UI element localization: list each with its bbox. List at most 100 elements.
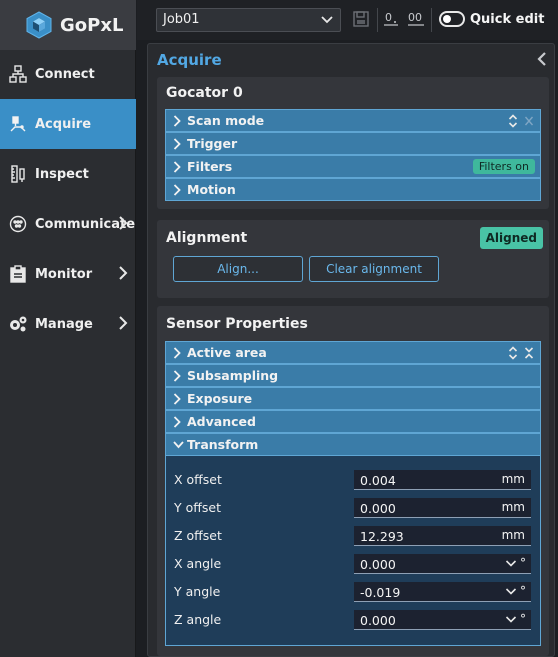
toolbar-divider: [431, 8, 432, 32]
z-angle-label: Z angle: [174, 612, 222, 627]
y-angle-label: Y angle: [174, 584, 221, 599]
sidebar-item-inspect[interactable]: Inspect: [0, 149, 136, 199]
sensor-section: Gocator 0 Scan mode Trigger Filters Filt…: [157, 77, 549, 209]
collapse-all-icon[interactable]: [524, 346, 534, 363]
sensor-properties-title: Sensor Properties: [166, 316, 308, 332]
svg-text:00: 00: [408, 11, 422, 24]
sidebar-item-monitor[interactable]: Monitor: [0, 249, 136, 299]
align-button[interactable]: Align...: [173, 256, 303, 282]
sidebar-item-label: Monitor: [35, 266, 93, 282]
expand-collapse-icon[interactable]: [508, 346, 518, 363]
network-icon: [8, 64, 28, 84]
sidebar-item-label: Inspect: [35, 166, 89, 182]
transform-row[interactable]: Transform: [165, 433, 541, 456]
chevron-left-icon[interactable]: [536, 51, 548, 71]
row-controls: [508, 114, 534, 131]
x-angle-unit: °: [520, 556, 526, 570]
row-label: Motion: [187, 182, 236, 197]
z-angle-unit: °: [520, 612, 526, 626]
chevron-down-icon[interactable]: [505, 614, 517, 624]
row-label: Exposure: [187, 391, 253, 406]
plug-icon: [8, 214, 28, 234]
transform-body: X offset 0.004 mm Y offset 0.000 mm Z of…: [165, 456, 541, 646]
chevron-down-icon: [320, 13, 334, 31]
sidebar-item-manage[interactable]: Manage: [0, 299, 136, 349]
x-offset-input[interactable]: 0.004 mm: [354, 470, 531, 490]
zero-one-icon[interactable]: 0: [383, 10, 399, 32]
toolbar-divider: [377, 8, 378, 32]
y-angle-input[interactable]: -0.019 °: [354, 582, 531, 602]
expand-collapse-icon[interactable]: [508, 114, 518, 131]
quick-edit-label: Quick edit: [470, 12, 545, 27]
row-label: Active area: [187, 345, 267, 360]
chevron-down-icon[interactable]: [505, 586, 517, 596]
chevron-right-icon: [173, 392, 187, 405]
chevron-right-icon: [173, 369, 187, 382]
acquire-panel: Acquire Gocator 0 Scan mode Trigger Filt…: [147, 43, 555, 657]
zero-two-icon[interactable]: 00: [407, 10, 425, 32]
sidebar-item-acquire[interactable]: Acquire: [0, 99, 136, 149]
svg-text:0: 0: [385, 11, 392, 24]
row-label: Subsampling: [187, 368, 279, 383]
job-select[interactable]: Job01: [156, 8, 341, 32]
filters-row[interactable]: Filters Filters on: [165, 155, 541, 178]
x-offset-label: X offset: [174, 472, 222, 487]
sidebar-item-label: Manage: [35, 316, 93, 332]
chevron-right-icon: [173, 183, 187, 196]
z-offset-label: Z offset: [174, 528, 222, 543]
quick-edit-toggle[interactable]: [439, 11, 465, 27]
row-label: Advanced: [187, 414, 256, 429]
chevron-right-icon: [173, 160, 187, 173]
active-area-row[interactable]: Active area: [165, 341, 541, 364]
y-angle-value: -0.019: [360, 585, 401, 600]
row-label: Scan mode: [187, 113, 265, 128]
trigger-row[interactable]: Trigger: [165, 132, 541, 155]
row-label: Trigger: [187, 136, 238, 151]
x-angle-unit-group: °: [505, 556, 526, 570]
y-offset-input[interactable]: 0.000 mm: [354, 498, 531, 518]
chevron-right-icon: [173, 415, 187, 428]
z-offset-input[interactable]: 12.293 mm: [354, 526, 531, 546]
gears-icon: [8, 314, 28, 334]
app-name: GoPxL: [60, 14, 124, 36]
subsampling-row[interactable]: Subsampling: [165, 364, 541, 387]
y-offset-value: 0.000: [360, 501, 396, 516]
advanced-row[interactable]: Advanced: [165, 410, 541, 433]
x-angle-value: 0.000: [360, 557, 396, 572]
z-offset-unit: mm: [501, 528, 525, 542]
scan-mode-row[interactable]: Scan mode: [165, 109, 541, 132]
x-angle-label: X angle: [174, 556, 222, 571]
sensor-properties-section: Sensor Properties Active area Subsamplin…: [157, 306, 549, 656]
motion-row[interactable]: Motion: [165, 178, 541, 201]
y-angle-unit-group: °: [505, 584, 526, 598]
acquire-icon: [8, 114, 28, 134]
close-icon[interactable]: [524, 114, 534, 131]
x-angle-input[interactable]: 0.000 °: [354, 554, 531, 574]
z-angle-unit-group: °: [505, 612, 526, 626]
chevron-right-icon: [173, 114, 187, 127]
z-offset-value: 12.293: [360, 529, 404, 544]
sidebar-item-connect[interactable]: Connect: [0, 49, 136, 99]
y-angle-unit: °: [520, 584, 526, 598]
toggle-knob: [443, 15, 451, 23]
panel-title: Acquire: [157, 51, 222, 69]
chevron-right-icon: [118, 316, 128, 334]
y-offset-label: Y offset: [174, 500, 221, 515]
chevron-down-icon[interactable]: [505, 558, 517, 568]
alignment-section: Alignment Aligned Align... Clear alignme…: [157, 220, 549, 298]
exposure-row[interactable]: Exposure: [165, 387, 541, 410]
clear-alignment-button[interactable]: Clear alignment: [309, 256, 439, 282]
sidebar-item-label: Connect: [35, 66, 95, 82]
cube-logo-icon: [24, 10, 54, 40]
z-angle-input[interactable]: 0.000 °: [354, 610, 531, 630]
app-logo: GoPxL: [0, 0, 136, 50]
alignment-title: Alignment: [166, 230, 248, 246]
aligned-badge: Aligned: [479, 227, 543, 249]
row-controls: [508, 346, 534, 363]
row-label: Transform: [187, 437, 259, 452]
sidebar-item-communicate[interactable]: Communicate: [0, 199, 136, 249]
chevron-right-icon: [118, 266, 128, 284]
chevron-right-icon: [118, 216, 128, 234]
clipboard-icon: [8, 264, 28, 284]
save-icon[interactable]: [353, 10, 369, 32]
